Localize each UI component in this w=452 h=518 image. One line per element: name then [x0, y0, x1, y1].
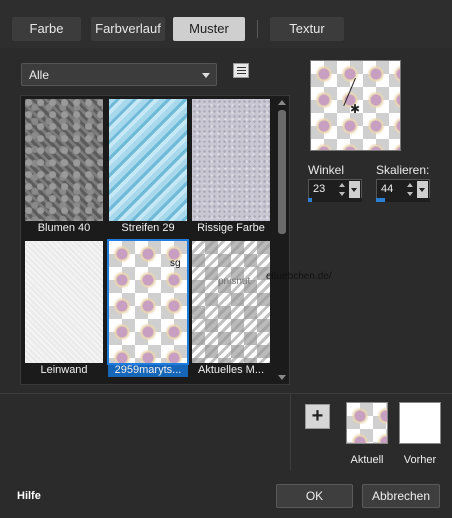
cancel-button[interactable]: Abbrechen	[362, 484, 440, 508]
angle-handle-icon[interactable]: ✱	[350, 102, 360, 116]
gallery-scrollbar[interactable]	[276, 96, 289, 384]
pattern-label: Streifen 29	[121, 222, 175, 234]
chevron-down-icon[interactable]	[417, 181, 428, 198]
scroll-up-icon[interactable]	[278, 100, 286, 105]
pattern-thumbnail	[25, 241, 103, 363]
pattern-label: Rissige Farbe	[197, 222, 265, 234]
list-view-icon[interactable]	[233, 63, 249, 78]
angle-spinner[interactable]: 23	[308, 179, 362, 200]
pattern-item[interactable]: Streifen 29	[108, 99, 188, 235]
scale-slider[interactable]	[376, 198, 430, 202]
angle-label: Winkel	[308, 163, 345, 177]
add-pattern-button[interactable]: +	[305, 404, 330, 429]
pattern-item[interactable]: Rissige Farbe	[191, 99, 271, 235]
scale-slider-fill	[376, 198, 385, 202]
spin-arrows-icon[interactable]	[338, 181, 348, 198]
pattern-thumbnail	[192, 99, 270, 221]
pattern-thumbnail	[192, 241, 270, 363]
current-label: Aktuell	[350, 454, 384, 466]
pattern-item[interactable]: Blumen 40	[24, 99, 104, 235]
tab-bar: Farbe Farbverlauf Muster Textur	[0, 0, 452, 48]
pattern-gallery: Blumen 40 Streifen 29 Rissige Farbe Lein…	[20, 95, 290, 385]
watermark-mid: pnisnut	[218, 276, 251, 287]
pattern-thumbnail	[109, 99, 187, 221]
tab-textur[interactable]: Textur	[270, 17, 344, 41]
previous-label: Vorher	[403, 454, 437, 466]
scroll-down-icon[interactable]	[278, 375, 286, 380]
scale-spinner[interactable]: 44	[376, 179, 430, 200]
spin-arrows-icon[interactable]	[406, 181, 416, 198]
category-value: Alle	[29, 68, 50, 82]
tab-muster[interactable]: Muster	[173, 17, 245, 41]
angle-slider-fill	[308, 198, 312, 202]
divider	[290, 393, 291, 471]
tab-farbe[interactable]: Farbe	[12, 17, 81, 41]
pattern-label: Aktuelles M...	[197, 364, 265, 376]
chevron-down-icon	[202, 73, 210, 78]
angle-value: 23	[313, 183, 326, 195]
scale-label: Skalieren:	[376, 163, 430, 177]
divider	[0, 393, 452, 394]
angle-slider[interactable]	[308, 198, 362, 202]
pattern-item[interactable]: Aktuelles M...	[191, 241, 271, 377]
chevron-down-icon[interactable]	[349, 181, 360, 198]
scroll-thumb[interactable]	[278, 110, 286, 234]
tab-separator	[257, 20, 258, 38]
ok-button[interactable]: OK	[276, 484, 353, 508]
pattern-thumbnail	[25, 99, 103, 221]
category-dropdown[interactable]: Alle	[21, 63, 217, 86]
pattern-label: Blumen 40	[37, 222, 91, 234]
watermark-right: eltuebchen.de/	[266, 271, 332, 282]
pattern-label: Leinwand	[40, 364, 88, 376]
scale-value: 44	[381, 183, 394, 195]
pattern-item[interactable]: Leinwand	[24, 241, 104, 377]
pattern-label: 2959maryts...	[108, 363, 188, 377]
previous-swatch	[399, 402, 441, 444]
watermark-left: sg	[170, 258, 181, 269]
help-link[interactable]: Hilfe	[17, 490, 41, 502]
tab-farbverlauf[interactable]: Farbverlauf	[91, 17, 165, 41]
current-swatch	[346, 402, 388, 444]
